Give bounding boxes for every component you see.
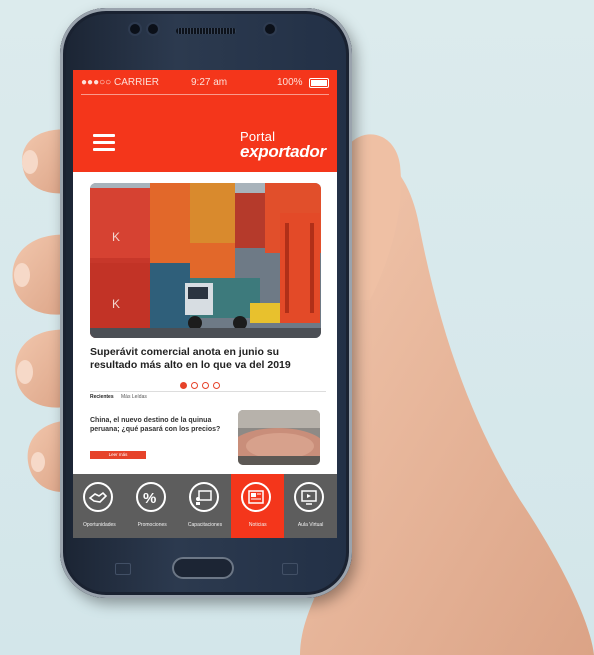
carousel-dot[interactable] [202, 382, 209, 389]
tab-mas-leidas[interactable]: Más Leídas [121, 394, 147, 400]
monitor-icon [294, 482, 325, 512]
bottom-navigation: Oportunidades % Promociones Capacitacion… [73, 474, 337, 538]
read-more-button[interactable]: Leer más [90, 451, 146, 459]
nav-capacitaciones[interactable]: Capacitaciones [179, 474, 232, 538]
carousel-dot[interactable] [213, 382, 220, 389]
svg-text:K: K [112, 297, 120, 311]
status-divider [81, 94, 329, 95]
home-button[interactable] [172, 557, 234, 579]
recent-apps-key[interactable] [115, 563, 131, 575]
nav-promociones[interactable]: % Promociones [126, 474, 179, 538]
nav-label: Noticias [248, 522, 267, 528]
nav-label: Aula Virtual [297, 522, 324, 528]
battery-percent: 100% [277, 77, 303, 88]
nav-noticias[interactable]: Noticias [231, 474, 285, 538]
newspaper-icon [241, 482, 272, 512]
logo-line2: exportador [240, 142, 326, 161]
nav-label: Capacitaciones [187, 522, 223, 528]
nav-label: Oportunidades [82, 522, 116, 528]
carrier-label: ●●●○○ CARRIER [81, 77, 159, 88]
sensor-icon [130, 24, 140, 34]
nav-oportunidades[interactable]: Oportunidades [73, 474, 126, 538]
sensor-icon [148, 24, 158, 34]
nav-aula-virtual[interactable]: Aula Virtual [284, 474, 337, 538]
svg-text:K: K [112, 230, 120, 244]
carousel-dot[interactable] [180, 382, 187, 389]
svg-text:%: % [143, 490, 156, 507]
section-divider [90, 391, 326, 392]
news-item-title[interactable]: China, el nuevo destino de la quinua per… [90, 416, 236, 434]
tab-recientes[interactable]: Recientes [90, 394, 114, 400]
featured-headline[interactable]: Superávit comercial anota en junio su re… [90, 346, 326, 372]
presentation-icon [188, 482, 219, 512]
nav-label: Promociones [137, 522, 167, 528]
handshake-icon [83, 482, 113, 512]
hamburger-menu-icon[interactable] [93, 134, 115, 151]
clock: 9:27 am [191, 77, 228, 88]
back-key[interactable] [282, 563, 298, 575]
app-logo: Portal exportador [240, 130, 326, 160]
news-tabs: Recientes Más Leídas [90, 394, 153, 400]
app-header: ●●●○○ CARRIER 9:27 am 100% Portal export… [73, 70, 337, 172]
percent-icon: % [135, 482, 166, 512]
status-bar: ●●●○○ CARRIER 9:27 am 100% [73, 70, 337, 96]
carousel-dot[interactable] [191, 382, 198, 389]
news-thumbnail[interactable] [238, 410, 320, 465]
battery-icon [309, 78, 329, 88]
carousel-indicator [180, 376, 240, 389]
front-camera-icon [265, 24, 275, 34]
earpiece-speaker [176, 28, 236, 34]
app-screen: ●●●○○ CARRIER 9:27 am 100% Portal export… [73, 70, 337, 538]
featured-news-image[interactable]: K K [90, 183, 321, 338]
